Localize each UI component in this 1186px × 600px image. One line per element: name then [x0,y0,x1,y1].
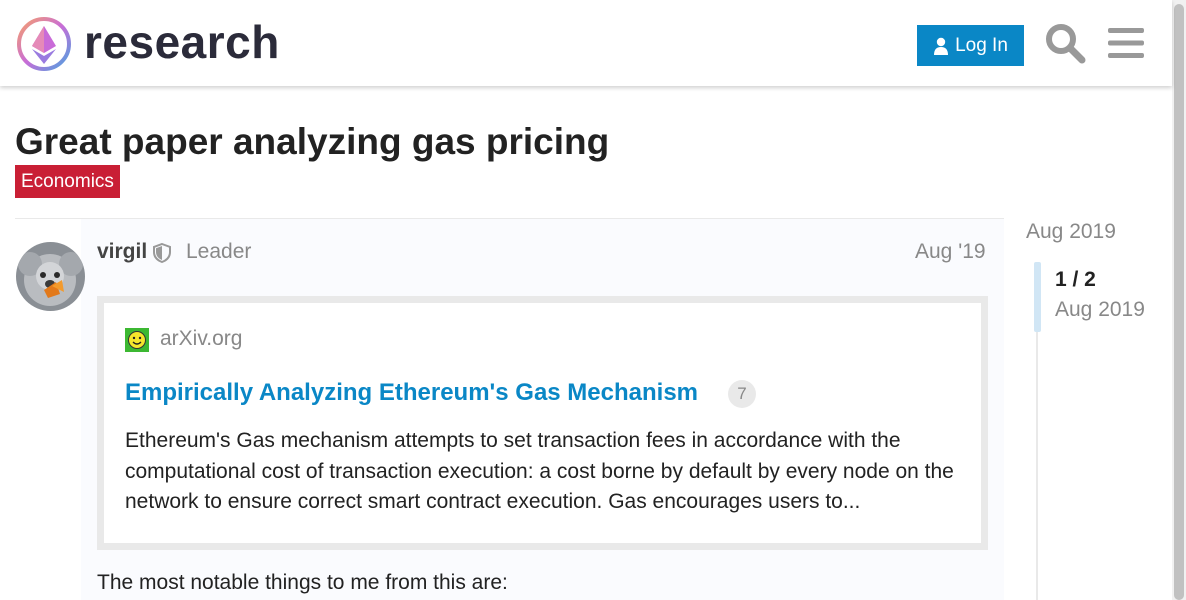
post-date[interactable]: Aug '19 [915,240,986,264]
logo-icon[interactable] [16,16,72,72]
menu-icon[interactable] [1105,22,1147,64]
onebox-source[interactable]: arXiv.org [160,327,242,351]
category-badge[interactable]: Economics [15,165,120,198]
arxiv-favicon-icon [125,328,149,352]
onebox-title-link[interactable]: Empirically Analyzing Ethereum's Gas Mec… [125,379,698,407]
click-count-badge: 7 [728,380,756,408]
page-scrollbar[interactable] [1172,0,1186,600]
user-icon [934,37,949,55]
site-header: research Log In [0,0,1172,86]
login-label: Log In [955,34,1008,56]
avatar[interactable] [16,242,85,311]
user-title: Leader [186,240,252,263]
scrollbar-thumb[interactable] [1174,4,1184,600]
onebox-description: Ethereum's Gas mechanism attempts to set… [125,429,954,513]
post-text: The most notable things to me from this … [97,571,508,594]
link-onebox: arXiv.org Empirically Analyzing Ethereum… [97,296,988,550]
login-button[interactable]: Log In [917,25,1024,66]
timeline-start-date[interactable]: Aug 2019 [1026,220,1116,244]
timeline-handle[interactable] [1034,262,1041,332]
avatar-image [16,242,85,311]
timeline-current-date: Aug 2019 [1055,298,1145,321]
topic-title[interactable]: Great paper analyzing gas pricing [15,118,609,166]
search-icon[interactable] [1044,22,1086,64]
logo-text[interactable]: research [84,14,280,70]
timeline-position: 1 / 2 [1055,268,1096,291]
shield-icon [153,243,171,263]
username[interactable]: virgil [97,240,147,264]
